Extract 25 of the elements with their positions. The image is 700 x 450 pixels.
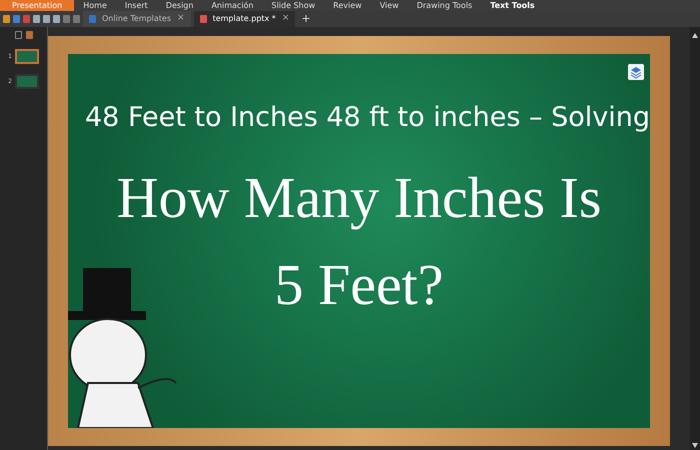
close-tab-button[interactable]: × xyxy=(282,12,290,26)
menu-tab[interactable]: Text Tools xyxy=(481,0,544,11)
menu-tab[interactable]: Insert xyxy=(116,0,157,11)
new-tab-button[interactable]: + xyxy=(298,10,314,28)
menu-tab[interactable]: View xyxy=(370,0,408,11)
tab-label: Online Templates xyxy=(102,13,172,25)
scroll-up-icon[interactable] xyxy=(692,33,698,38)
menu-tab[interactable]: Review xyxy=(324,0,371,11)
document-tab[interactable]: Online Templates × xyxy=(83,11,191,27)
overlay-caption: 48 Feet to Inches 48 ft to inches – Solving xyxy=(85,101,650,135)
menu-tab[interactable]: Design xyxy=(156,0,202,11)
document-tab[interactable]: template.pptx * × xyxy=(194,11,296,27)
vertical-scrollbar[interactable] xyxy=(690,27,700,450)
menu-tab[interactable]: Slide Show xyxy=(262,0,324,11)
layers-icon[interactable] xyxy=(628,64,644,80)
close-tab-button[interactable]: × xyxy=(177,12,185,26)
slide-title: How Many Inches Is xyxy=(116,164,602,232)
scroll-down-icon[interactable] xyxy=(692,443,698,448)
slide-title: 5 Feet? xyxy=(274,250,444,318)
slide-thumbnail[interactable] xyxy=(14,74,39,89)
slide-thumbnail[interactable] xyxy=(14,49,39,64)
menu-tab[interactable]: Home xyxy=(74,0,116,11)
menu-tab[interactable]: Animación xyxy=(202,0,262,11)
menu-tab[interactable]: Drawing Tools xyxy=(408,0,482,11)
tab-label: template.pptx * xyxy=(212,13,276,25)
